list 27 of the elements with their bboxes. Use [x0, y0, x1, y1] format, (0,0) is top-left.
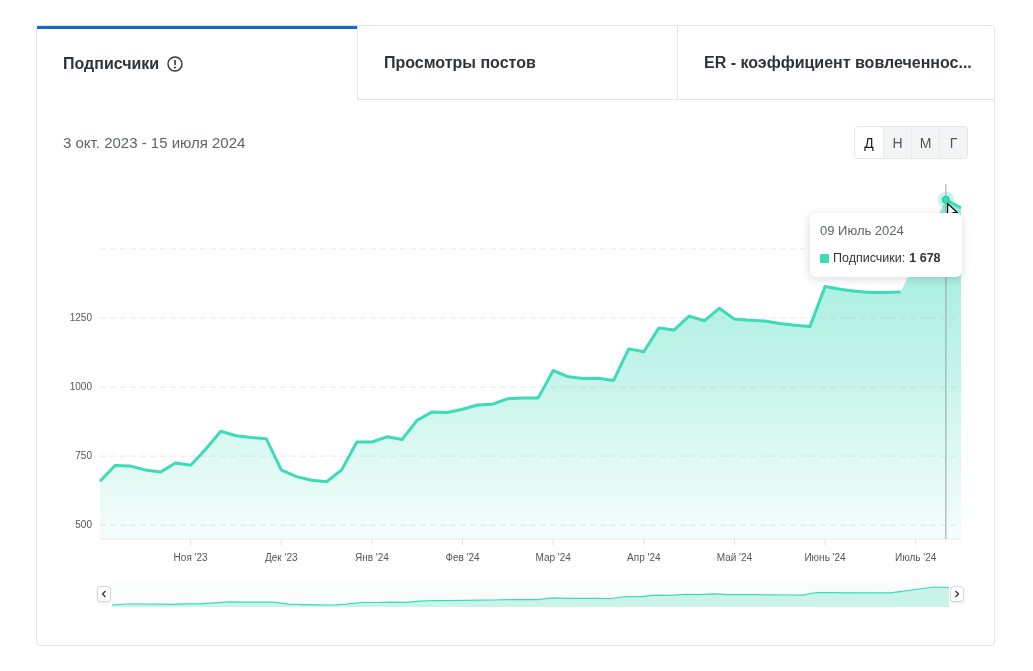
- x-axis-label: Ноя '23: [173, 552, 208, 563]
- tooltip-label: Подписчики:: [833, 251, 906, 265]
- hover-marker: [937, 191, 954, 208]
- x-axis-label: Апр '24: [627, 552, 661, 563]
- y-axis-label: 750: [75, 450, 92, 462]
- x-axis-label: Мар '24: [535, 552, 571, 563]
- scroll-left-button[interactable]: [97, 586, 111, 602]
- x-axis-label: Дек '23: [265, 552, 298, 563]
- x-axis-label: Фев '24: [445, 552, 480, 563]
- y-axis-label: 500: [75, 519, 92, 531]
- y-axis-label: 1250: [69, 312, 92, 323]
- x-axis-label: Май '24: [716, 552, 753, 563]
- tab[interactable]: Просмотры постов: [357, 26, 677, 100]
- scroll-right-button[interactable]: [950, 586, 964, 602]
- period-button[interactable]: Н: [883, 127, 911, 158]
- x-axis-label: Июнь '24: [804, 552, 846, 563]
- tab[interactable]: ER - коэффициент вовлеченнос...: [677, 26, 994, 100]
- date-range: 3 окт. 2023 - 15 июля 2024: [63, 134, 246, 151]
- period-button[interactable]: Г: [939, 127, 967, 158]
- period-button[interactable]: М: [911, 127, 939, 158]
- y-axis-label: 1000: [69, 381, 92, 393]
- x-axis-label: Июль '24: [895, 552, 937, 563]
- tooltip-value: 1 678: [909, 251, 941, 265]
- chevron-left-icon: [101, 590, 107, 598]
- tooltip-date: 09 Июль 2024: [820, 223, 905, 238]
- x-axis-label: Янв '24: [354, 552, 389, 563]
- chevron-right-icon: [954, 590, 960, 598]
